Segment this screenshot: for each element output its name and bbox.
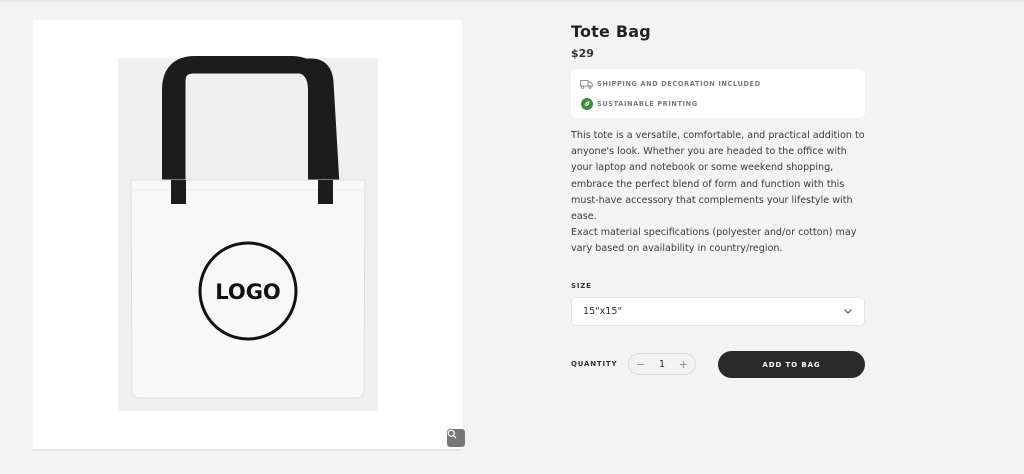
feature-sustainable-label: SUSTAINABLE PRINTING	[597, 100, 698, 108]
size-selected-value: 15"x15"	[583, 306, 622, 317]
truck-icon	[580, 78, 593, 90]
handle-strap-left	[171, 180, 186, 204]
product-image: LOGO	[118, 56, 378, 411]
quantity-value[interactable]: 1	[659, 359, 665, 370]
magnifier-icon	[447, 429, 457, 439]
size-label: SIZE	[571, 282, 592, 290]
description-paragraph: This tote is a versatile, comfortable, a…	[571, 130, 865, 223]
decrement-button[interactable]: −	[636, 359, 645, 370]
top-divider	[0, 0, 1024, 2]
logo-text: LOGO	[215, 280, 281, 304]
feature-sustainable: SUSTAINABLE PRINTING	[580, 94, 856, 114]
product-title: Tote Bag	[571, 22, 651, 41]
zoom-button[interactable]	[447, 429, 465, 447]
product-details: Tote Bag $29 SHIPPING AND DECORATION INC…	[571, 20, 865, 258]
quantity-stepper: − 1 +	[628, 353, 696, 375]
increment-button[interactable]: +	[679, 359, 688, 370]
add-to-bag-button[interactable]: ADD TO BAG	[718, 351, 865, 378]
product-description: This tote is a versatile, comfortable, a…	[571, 128, 865, 258]
features-box: SHIPPING AND DECORATION INCLUDED SUSTAIN…	[571, 69, 865, 118]
size-select[interactable]: 15"x15"	[571, 297, 865, 326]
product-image-panel: LOGO	[33, 20, 465, 451]
feature-shipping: SHIPPING AND DECORATION INCLUDED	[580, 74, 856, 94]
description-note: Exact material specifications (polyester…	[571, 227, 857, 255]
leaf-icon	[580, 98, 593, 110]
product-price: $29	[571, 47, 594, 60]
quantity-label: QUANTITY	[571, 360, 618, 368]
chevron-down-icon	[844, 306, 852, 317]
handle-strap-right	[318, 180, 333, 204]
feature-shipping-label: SHIPPING AND DECORATION INCLUDED	[597, 80, 761, 88]
